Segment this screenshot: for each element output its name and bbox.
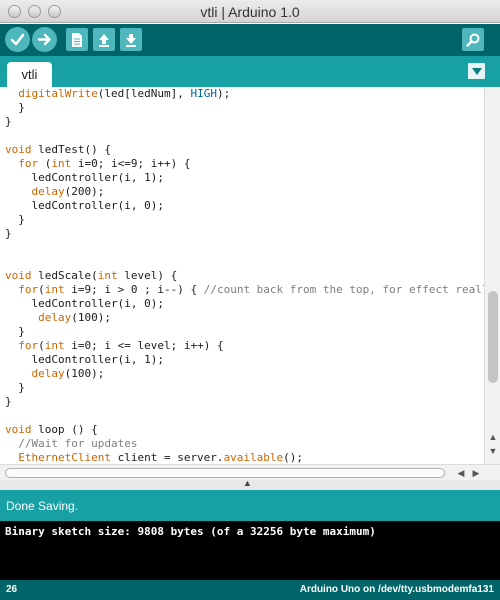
code-line[interactable]	[5, 241, 484, 255]
code-line[interactable]: digitalWrite(led[ledNum], HIGH);	[5, 87, 484, 101]
code-line[interactable]: }	[5, 325, 484, 339]
console-text: Binary sketch size: 9808 bytes (of a 322…	[5, 525, 376, 538]
scroll-down-icon[interactable]: ▼	[485, 445, 500, 457]
bottom-bar: 26 Arduino Uno on /dev/tty.usbmodemfa131	[0, 580, 500, 600]
code-editor[interactable]: digitalWrite(led[ledNum], HIGH); }} void …	[0, 87, 484, 464]
code-line[interactable]: for (int i=0; i<=9; i++) {	[5, 157, 484, 171]
code-line[interactable]: ledController(i, 0);	[5, 297, 484, 311]
scroll-left-icon[interactable]: ◀	[453, 467, 469, 479]
code-line[interactable]	[5, 409, 484, 423]
verify-button[interactable]	[5, 27, 30, 52]
code-line[interactable]: void loop () {	[5, 423, 484, 437]
code-line[interactable]: ledController(i, 1);	[5, 171, 484, 185]
line-number: 26	[6, 584, 18, 595]
code-line[interactable]: }	[5, 381, 484, 395]
code-line[interactable]: delay(100);	[5, 311, 484, 325]
code-line[interactable]: ledController(i, 0);	[5, 199, 484, 213]
code-line[interactable]: }	[5, 227, 484, 241]
split-divider[interactable]: ▲	[0, 478, 500, 490]
window-title: vtli | Arduino 1.0	[200, 4, 300, 20]
board-info: Arduino Uno on /dev/tty.usbmodemfa131	[299, 584, 494, 595]
code-line[interactable]: EthernetClient client = server.available…	[5, 451, 484, 464]
chevron-down-icon	[471, 62, 482, 80]
serial-monitor-button[interactable]	[462, 28, 484, 51]
open-button[interactable]	[93, 28, 115, 51]
magnifier-icon	[465, 32, 481, 48]
document-icon	[70, 32, 84, 48]
code-line[interactable]: }	[5, 395, 484, 409]
new-button[interactable]	[66, 28, 88, 51]
status-message: Done Saving.	[6, 499, 79, 513]
editor-vertical-scrollbar[interactable]: ▲ ▼	[484, 87, 500, 464]
code-text[interactable]: digitalWrite(led[ledNum], HIGH); }} void …	[5, 87, 484, 464]
code-line[interactable]: }	[5, 115, 484, 129]
tab-vtli[interactable]: vtli	[7, 62, 52, 87]
code-line[interactable]: delay(200);	[5, 185, 484, 199]
code-line[interactable]	[5, 129, 484, 143]
code-line[interactable]	[5, 255, 484, 269]
title-bar: vtli | Arduino 1.0	[0, 0, 500, 23]
upload-button[interactable]	[32, 27, 57, 52]
console-output: Binary sketch size: 9808 bytes (of a 322…	[0, 521, 500, 580]
up-arrow-icon	[97, 32, 111, 48]
vertical-scroll-thumb[interactable]	[488, 291, 498, 383]
code-line[interactable]: }	[5, 101, 484, 115]
scroll-right-icon[interactable]: ▶	[468, 467, 484, 479]
code-line[interactable]: delay(100);	[5, 367, 484, 381]
code-line[interactable]: //Wait for updates	[5, 437, 484, 451]
horizontal-scroll-thumb[interactable]	[5, 468, 445, 478]
scroll-up-icon[interactable]: ▲	[485, 431, 500, 443]
tab-bar: vtli	[0, 56, 500, 87]
chevron-up-icon[interactable]: ▲	[243, 478, 252, 488]
right-arrow-icon	[37, 32, 52, 47]
status-bar: Done Saving.	[0, 490, 500, 521]
code-line[interactable]: }	[5, 213, 484, 227]
code-line[interactable]: ledController(i, 1);	[5, 353, 484, 367]
toolbar	[0, 24, 500, 56]
code-line[interactable]: void ledScale(int level) {	[5, 269, 484, 283]
save-button[interactable]	[120, 28, 142, 51]
tab-menu-button[interactable]	[468, 63, 485, 79]
checkmark-icon	[10, 32, 25, 47]
code-line[interactable]: void ledTest() {	[5, 143, 484, 157]
down-arrow-icon	[124, 32, 138, 48]
code-line[interactable]: for(int i=9; i > 0 ; i--) { //count back…	[5, 283, 484, 297]
code-line[interactable]: for(int i=0; i <= level; i++) {	[5, 339, 484, 353]
